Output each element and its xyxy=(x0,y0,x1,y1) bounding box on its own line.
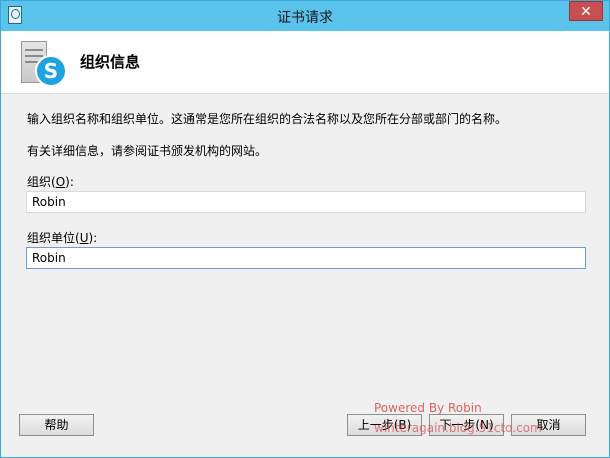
page-title: 组织信息 xyxy=(80,53,141,71)
organization-label: 组织(O): xyxy=(27,175,74,189)
description-text: 输入组织名称和组织单位。这通常是您所在组织的合法名称以及您所在分部或部门的名称。 xyxy=(27,112,508,126)
watermark-url: winteragain.blog.51cto.com xyxy=(374,421,542,435)
watermark-text: Powered By Robin xyxy=(374,401,482,415)
info-text: 有关详细信息，请参阅证书颁发机构的网站。 xyxy=(27,144,268,158)
window-title: 证书请求 xyxy=(277,10,333,26)
skype-icon: S xyxy=(35,55,67,87)
organization-unit-input[interactable] xyxy=(26,247,586,269)
title-bar[interactable]: 证书请求 ✕ xyxy=(1,1,609,31)
help-button[interactable]: 帮助 xyxy=(19,414,94,436)
close-button[interactable]: ✕ xyxy=(569,1,603,21)
certificate-request-window: 证书请求 ✕ S 组织信息 输入组织名称和组织单位。这通常是您所在组织的合法名称… xyxy=(0,0,610,458)
organization-input[interactable] xyxy=(26,191,586,213)
organization-unit-label: 组织单位(U): xyxy=(27,231,98,245)
close-icon: ✕ xyxy=(580,4,592,20)
